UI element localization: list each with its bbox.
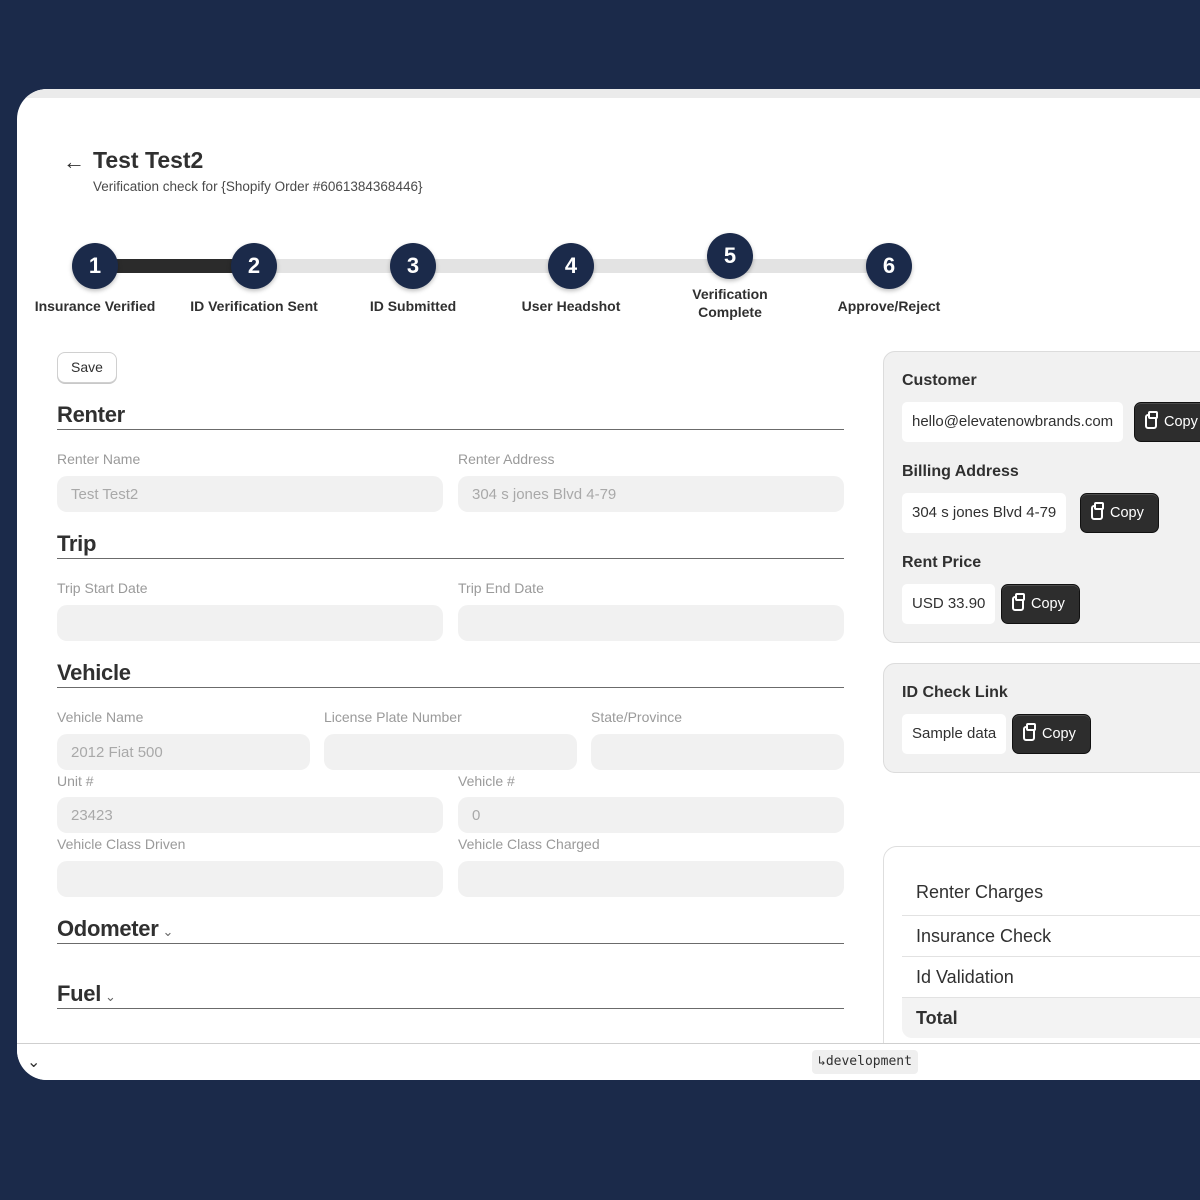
id-check-card: ID Check Link Sample data Copy	[883, 663, 1200, 773]
trip-end-input[interactable]	[458, 605, 844, 641]
back-arrow-icon[interactable]: ←	[63, 149, 85, 175]
copy-billing-button[interactable]: Copy	[1080, 493, 1159, 533]
progress-stepper: 1 Insurance Verified 2 ID Verification S…	[17, 233, 977, 339]
billing-address-label: Billing Address	[902, 463, 1019, 480]
vehicle-number-input[interactable]	[458, 797, 844, 833]
charges-header: Renter Charges	[916, 882, 1044, 902]
section-title-trip: Trip	[57, 531, 97, 556]
billing-address-value: 304 s jones Blvd 4-79	[902, 493, 1067, 533]
step-label: ID Verification Sent	[190, 298, 318, 314]
step-3[interactable]: 3 ID Submitted	[333, 239, 493, 315]
class-driven-label: Vehicle Class Driven	[57, 836, 186, 852]
class-charged-input[interactable]	[458, 861, 844, 897]
step-label: ID Submitted	[369, 298, 457, 314]
copy-rent-price-button[interactable]: Copy	[1001, 584, 1080, 624]
clipboard-icon	[1145, 411, 1158, 429]
rent-price-value: USD 33.90	[902, 584, 996, 624]
copy-label: Copy	[1110, 505, 1144, 521]
bottom-status-bar: ⌄ ↳development	[17, 1043, 1200, 1080]
class-driven-input[interactable]	[57, 861, 443, 897]
vehicle-name-label: Vehicle Name	[57, 709, 144, 725]
step-4[interactable]: 4 User Headshot	[491, 239, 651, 315]
rent-price-label: Rent Price	[902, 554, 982, 571]
clipboard-icon	[1012, 593, 1025, 611]
step-label: Verification Complete	[692, 286, 768, 320]
window-top-strip	[17, 89, 1200, 98]
unit-number-label: Unit #	[57, 773, 94, 789]
section-toggle-fuel[interactable]: Fuel ⌄	[57, 981, 116, 1007]
charge-row: Id Validation	[902, 956, 1200, 997]
renter-address-label: Renter Address	[458, 451, 555, 467]
step-6[interactable]: 6 Approve/Reject	[809, 239, 969, 315]
chevron-down-icon[interactable]: ⌄	[27, 1052, 40, 1072]
renter-name-label: Renter Name	[57, 451, 141, 467]
branch-badge: ↳development	[812, 1050, 918, 1074]
section-title-fuel: Fuel	[57, 981, 102, 1006]
copy-id-check-button[interactable]: Copy	[1012, 714, 1091, 754]
copy-customer-button[interactable]: Copy	[1134, 402, 1200, 442]
id-check-value: Sample data	[902, 714, 1007, 754]
trip-start-input[interactable]	[57, 605, 443, 641]
clipboard-icon	[1023, 723, 1036, 741]
step-number: 4	[548, 243, 594, 289]
page-title: Test Test2	[93, 147, 204, 173]
state-province-label: State/Province	[591, 709, 683, 725]
state-province-input[interactable]	[591, 734, 844, 770]
section-title-vehicle: Vehicle	[57, 660, 131, 685]
clipboard-icon	[1091, 502, 1104, 520]
customer-email-value: hello@elevatenowbrands.com	[902, 402, 1124, 442]
page-subtitle: Verification check for {Shopify Order #6…	[93, 179, 423, 194]
step-label: Approve/Reject	[837, 298, 941, 314]
section-title-odometer: Odometer	[57, 916, 159, 941]
section-divider	[57, 1008, 844, 1009]
trip-end-label: Trip End Date	[458, 580, 544, 596]
section-divider	[57, 687, 844, 688]
step-number: 6	[866, 243, 912, 289]
unit-number-input[interactable]	[57, 797, 443, 833]
vehicle-number-label: Vehicle #	[458, 773, 515, 789]
renter-charges-table: Renter Charges Insurance Check Id Valida…	[883, 846, 1200, 1066]
license-plate-label: License Plate Number	[324, 709, 462, 725]
step-number: 2	[231, 243, 277, 289]
charges-total-row: Total	[902, 997, 1200, 1038]
step-2[interactable]: 2 ID Verification Sent	[174, 239, 334, 315]
step-number: 5	[707, 233, 753, 279]
step-label: Insurance Verified	[34, 298, 156, 314]
customer-label: Customer	[902, 372, 977, 389]
renter-address-input[interactable]	[458, 476, 844, 512]
step-5[interactable]: 5 Verification Complete	[650, 233, 810, 321]
save-button[interactable]: Save	[57, 352, 117, 383]
copy-label: Copy	[1164, 414, 1198, 430]
step-number: 1	[72, 243, 118, 289]
section-toggle-odometer[interactable]: Odometer ⌄	[57, 916, 173, 942]
copy-label: Copy	[1031, 596, 1065, 612]
vehicle-name-input[interactable]	[57, 734, 310, 770]
trip-start-label: Trip Start Date	[57, 580, 148, 596]
section-divider	[57, 943, 844, 944]
customer-info-card: Customer hello@elevatenowbrands.com Copy…	[883, 351, 1200, 643]
step-label: User Headshot	[521, 298, 621, 314]
id-check-label: ID Check Link	[902, 684, 1008, 701]
charge-row: Insurance Check	[902, 915, 1200, 956]
section-divider	[57, 429, 844, 430]
section-divider	[57, 558, 844, 559]
app-window: ← Test Test2 Verification check for {Sho…	[17, 89, 1200, 1080]
section-title-renter: Renter	[57, 402, 125, 427]
renter-name-input[interactable]	[57, 476, 443, 512]
step-number: 3	[390, 243, 436, 289]
copy-label: Copy	[1042, 726, 1076, 742]
license-plate-input[interactable]	[324, 734, 577, 770]
chevron-down-icon: ⌄	[105, 989, 116, 1004]
chevron-down-icon: ⌄	[162, 924, 174, 939]
class-charged-label: Vehicle Class Charged	[458, 836, 600, 852]
step-1[interactable]: 1 Insurance Verified	[17, 239, 175, 315]
